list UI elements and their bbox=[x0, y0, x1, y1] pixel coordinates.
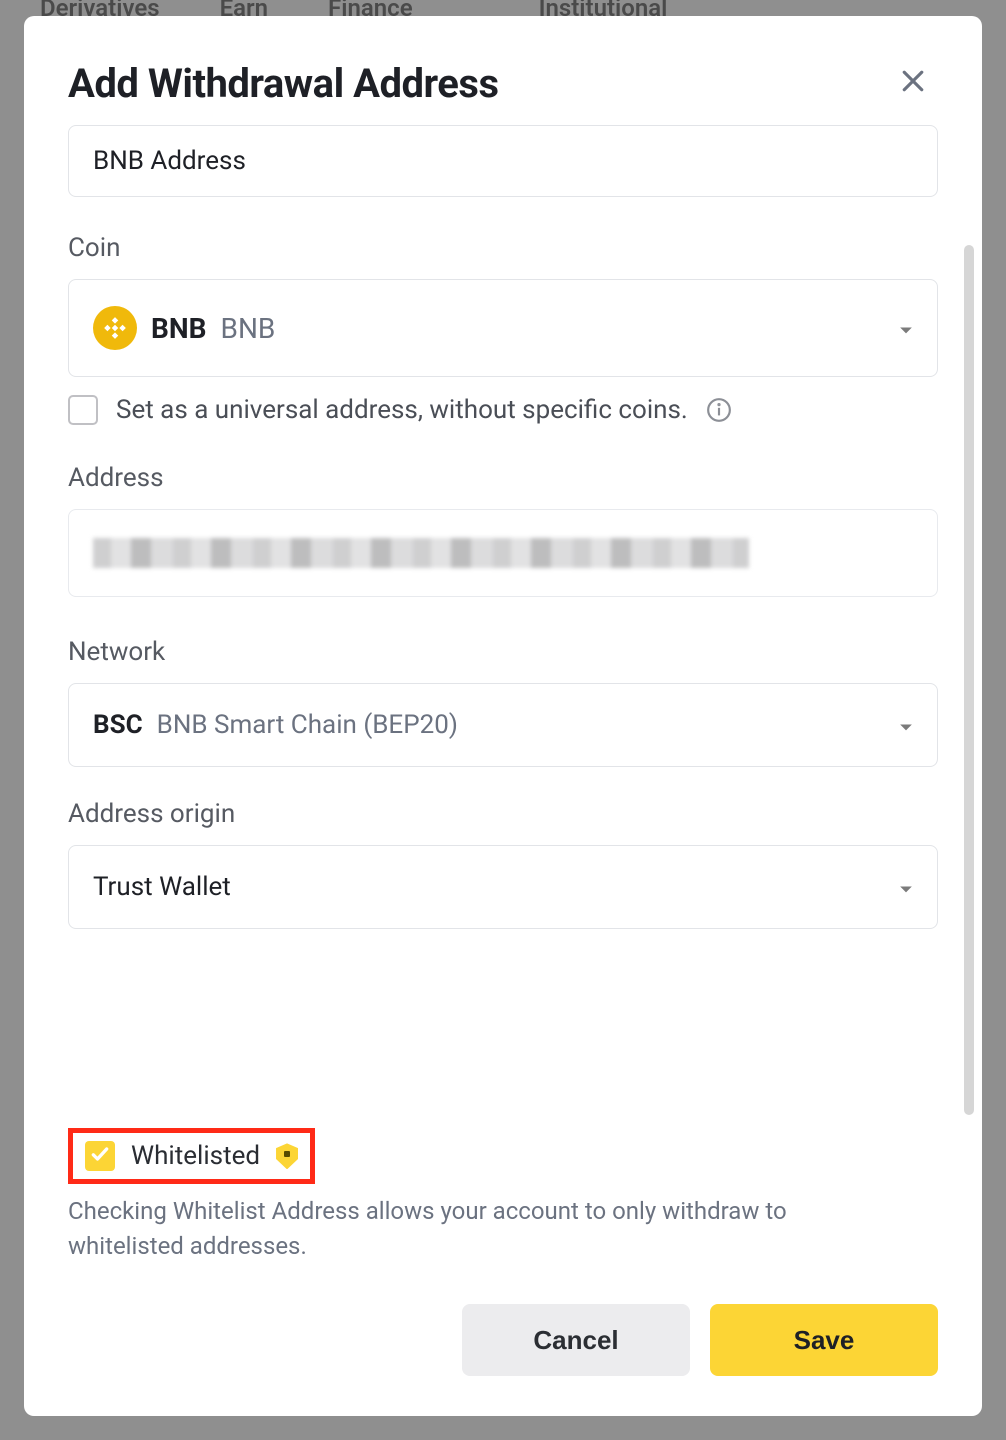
check-icon bbox=[90, 1144, 110, 1168]
address-origin-value: Trust Wallet bbox=[93, 872, 231, 902]
address-origin-select[interactable]: Trust Wallet bbox=[68, 845, 938, 929]
network-symbol: BSC bbox=[93, 710, 143, 740]
chevron-down-icon bbox=[899, 710, 913, 740]
network-label: Network bbox=[68, 637, 938, 667]
whitelisted-checkbox[interactable] bbox=[85, 1141, 115, 1171]
dialog-footer: Cancel Save bbox=[68, 1304, 938, 1376]
network-select[interactable]: BSC BNB Smart Chain (BEP20) bbox=[68, 683, 938, 767]
address-label-value: BNB Address bbox=[93, 146, 246, 176]
whitelist-help-text: Checking Whitelist Address allows your a… bbox=[68, 1194, 848, 1264]
address-value-redacted bbox=[93, 538, 749, 568]
universal-address-label: Set as a universal address, without spec… bbox=[116, 395, 688, 425]
cancel-button[interactable]: Cancel bbox=[462, 1304, 690, 1376]
dialog-title: Add Withdrawal Address bbox=[68, 60, 499, 107]
universal-address-checkbox[interactable] bbox=[68, 395, 98, 425]
address-label: Address bbox=[68, 463, 938, 493]
close-icon bbox=[898, 81, 928, 100]
whitelisted-highlight: Whitelisted bbox=[68, 1128, 315, 1184]
save-button[interactable]: Save bbox=[710, 1304, 938, 1376]
save-button-label: Save bbox=[794, 1325, 855, 1356]
address-origin-label: Address origin bbox=[68, 799, 938, 829]
chevron-down-icon bbox=[899, 313, 913, 343]
chevron-down-icon bbox=[899, 872, 913, 902]
scrollbar[interactable] bbox=[964, 245, 974, 1115]
coin-symbol: BNB bbox=[151, 312, 207, 345]
coin-select[interactable]: BNB BNB bbox=[68, 279, 938, 377]
add-withdrawal-address-dialog: Add Withdrawal Address BNB Address Coin … bbox=[24, 16, 982, 1416]
address-input[interactable] bbox=[68, 509, 938, 597]
universal-address-row: Set as a universal address, without spec… bbox=[68, 395, 938, 425]
coin-name: BNB bbox=[221, 312, 276, 345]
cancel-button-label: Cancel bbox=[533, 1325, 618, 1356]
whitelisted-label: Whitelisted bbox=[131, 1141, 260, 1171]
close-button[interactable] bbox=[898, 66, 938, 106]
network-name: BNB Smart Chain (BEP20) bbox=[157, 710, 458, 740]
dialog-header: Add Withdrawal Address bbox=[68, 60, 938, 107]
shield-icon bbox=[276, 1143, 298, 1169]
coin-label: Coin bbox=[68, 233, 938, 263]
bnb-icon bbox=[93, 306, 137, 350]
dialog-body: BNB Address Coin BNB BNB Set as a univer… bbox=[68, 125, 938, 1102]
info-icon[interactable] bbox=[706, 397, 732, 423]
address-label-input[interactable]: BNB Address bbox=[68, 125, 938, 197]
